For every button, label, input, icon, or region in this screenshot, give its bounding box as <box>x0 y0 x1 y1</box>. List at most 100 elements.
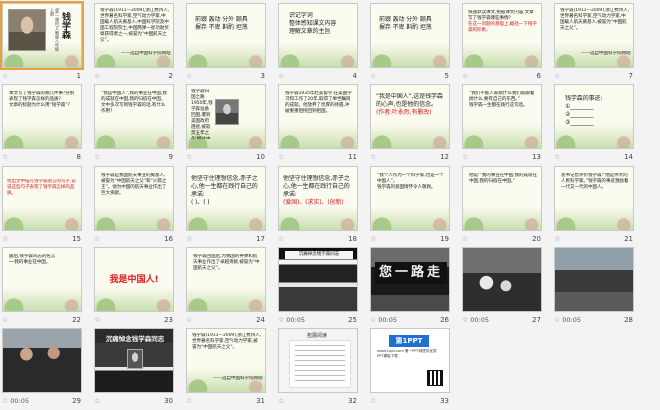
slide-thumbnail-24[interactable]: 钱学森回国后,为我国的导弹和航天事业作出了卓越贡献,被誉为“中国航天之父”。 ☆ 2… <box>186 247 266 328</box>
animation-star-icon[interactable]: ☆ <box>2 315 8 325</box>
slide-preview[interactable]: 拓展阅读 <box>278 328 358 393</box>
slide-preview[interactable]: “我们不能人家搞什么我们就跟着搞什么,要有自己的东西。” 钱学森一生都在践行这句话… <box>462 84 542 149</box>
slide-preview[interactable]: 前辍 轰动 分外 颇具 摒弃 不卑 斟酌 坦荡 <box>186 3 266 68</box>
animation-star-icon[interactable]: ☆ <box>278 396 284 406</box>
animation-star-icon[interactable]: ☆ <box>278 71 284 81</box>
animation-star-icon[interactable]: ☆ <box>370 71 376 81</box>
animation-star-icon[interactable]: ☆ <box>94 234 100 244</box>
slide-thumbnail-17[interactable]: 他坚守住理想信念,赤子之心,他一生都在践行自己的承诺:( )、( ) ☆ 17 <box>186 166 266 247</box>
slide-thumbnail-33[interactable]: 第1PPT www.1ppt.com 第一PPT网提供优质PPT模板下载 ☆ 33 <box>370 328 450 409</box>
slide-preview[interactable]: 钱学森是我国航天事业的奠基人,被誉为“中国航天之父”和“火箭之王”。他为中国的航… <box>94 166 174 231</box>
slide-thumbnail-9[interactable]: “我是中国人”,我的事业在中国,我的成就在中国,我的归宿在中国。 文中多次写到钱学… <box>94 84 174 165</box>
slide-preview[interactable]: 找出文中描写钱学森语言的句子,说说这些句子表现了钱学森怎样的品质。 <box>2 166 82 231</box>
slide-preview[interactable]: 他坚守住理想信念,赤子之心,他一生都在践行自己的承诺: (爱国)、(求实)、(创新… <box>278 166 358 231</box>
slide-preview[interactable]: 快速默读课文,把握课文内容,文章写了钱学森哪些事情? 在这一问题的基础上,概括一下… <box>462 3 542 68</box>
slide-preview[interactable]: 总书记曾评价钱学森:“他是伟大的人民科学家。”钱学森的事迹激励着一代又一代的中国… <box>554 166 634 231</box>
animation-star-icon[interactable]: ☆ <box>278 152 284 162</box>
slide-thumbnail-26[interactable]: 您一路走好 ☆00:05 26 <box>370 247 450 328</box>
slide-preview[interactable]: 钱学森(1911—2009),浙江杭州人,世界著名科学家,空气动力学家,被誉为“… <box>186 328 266 393</box>
animation-star-icon[interactable]: ☆ <box>2 152 8 162</box>
animation-star-icon[interactable]: ☆ <box>370 315 376 325</box>
slide-thumbnail-30[interactable]: 沉痛悼念钱学森同志 ☆ 30 <box>94 328 174 409</box>
slide-preview[interactable]: 您一路走好 <box>370 247 450 312</box>
slide-thumbnail-28[interactable]: ☆ 00:05 28 <box>554 247 634 328</box>
slide-preview[interactable] <box>462 247 542 312</box>
slide-thumbnail-10[interactable]: 钱学森归国之路1950年,钱学森准备回国,遭到美国政府阻挠,被软禁五年之久,经过… <box>186 84 266 165</box>
slide-thumbnail-23[interactable]: 我是中国人! ☆ 23 <box>94 247 174 328</box>
slide-thumbnail-31[interactable]: 钱学森(1911—2009),浙江杭州人,世界著名科学家,空气动力学家,被誉为“… <box>186 328 266 409</box>
slide-thumbnail-6[interactable]: 快速默读课文,把握课文内容,文章写了钱学森哪些事情? 在这一问题的基础上,概括一下… <box>462 3 542 84</box>
slide-thumbnail-25[interactable]: 沉痛悼念钱学森同志 ☆ 00:05 25 <box>278 247 358 328</box>
animation-star-icon[interactable]: ☆ <box>94 315 100 325</box>
slide-preview[interactable]: “我是中国人”,这是钱学森的心声,也是他的信念。 (作者:叶永烈,有删改) <box>370 84 450 149</box>
slide-thumbnail-15[interactable]: 找出文中描写钱学森语言的句子,说说这些句子表现了钱学森怎样的品质。 ☆ 15 <box>2 166 82 247</box>
slide-thumbnail-18[interactable]: 他坚守住理想信念,赤子之心,他一生都在践行自己的承诺: (爱国)、(求实)、(创新… <box>278 166 358 247</box>
slide-thumbnail-13[interactable]: “我们不能人家搞什么我们就跟着搞什么,要有自己的东西。” 钱学森一生都在践行这句话… <box>462 84 542 165</box>
animation-star-icon[interactable]: ☆ <box>462 71 468 81</box>
slide-thumbnail-8[interactable]: 本文写了钱学森的哪几件事?分别表现了钱学森怎样的品质? 文章的标题为什么用“钱学森… <box>2 84 82 165</box>
animation-star-icon[interactable]: ☆ <box>2 71 8 81</box>
slide-thumbnail-4[interactable]: 识记字词 整体感知课文内容 理解文章的主旨 ☆ 4 <box>278 3 358 84</box>
animation-star-icon[interactable]: ☆ <box>278 315 284 325</box>
animation-star-icon[interactable]: ☆ <box>2 234 8 244</box>
slide-preview[interactable]: 前辍 轰动 分外 颇具 摒弃 不卑 斟酌 坦荡 <box>370 3 450 68</box>
slide-preview[interactable]: 沉痛悼念钱学森同志 <box>278 247 358 312</box>
slide-thumbnail-3[interactable]: 前辍 轰动 分外 颇具 摒弃 不卑 斟酌 坦荡 ☆ 3 <box>186 3 266 84</box>
slide-preview[interactable]: 他说:“我的事业在中国,我的成就在中国,我的归宿在中国。” <box>462 166 542 231</box>
slide-preview[interactable]: 最后,钱学森同志的名言 ──我的事业在中国。 <box>2 247 82 312</box>
animation-star-icon[interactable]: ☆ <box>370 152 376 162</box>
slide-preview[interactable]: 钱学森(1911—2009),浙江杭州人,世界著名科学家,空气动力学家,中国载人… <box>94 3 174 68</box>
animation-star-icon[interactable]: ☆ <box>462 315 468 325</box>
slide-preview[interactable]: 本文写了钱学森的哪几件事?分别表现了钱学森怎样的品质? 文章的标题为什么用“钱学森… <box>2 84 82 149</box>
animation-star-icon[interactable]: ☆ <box>278 234 284 244</box>
animation-star-icon[interactable]: ☆ <box>370 234 376 244</box>
slide-thumbnail-29[interactable]: ☆ 00:05 29 <box>2 328 82 409</box>
animation-star-icon[interactable]: ☆ <box>462 234 468 244</box>
slide-thumbnail-27[interactable]: ☆ 00:05 27 <box>462 247 542 328</box>
slide-thumbnail-19[interactable]: “我个人作为一个科学家,也是一个中国人”。 钱学森的爱国情怀令人敬佩。 ☆ 19 <box>370 166 450 247</box>
slide-thumbnail-12[interactable]: “我是中国人”,这是钱学森的心声,也是他的信念。 (作者:叶永烈,有删改) ☆ 12 <box>370 84 450 165</box>
slide-preview[interactable]: 我是中国人! <box>94 247 174 312</box>
slide-thumbnail-11[interactable]: 钱学森1935年赴美留学,在美国学习和工作了20年,取得了举世瞩目的成就。他放弃… <box>278 84 358 165</box>
slide-preview[interactable]: 沉痛悼念钱学森同志 <box>94 328 174 393</box>
slide-thumbnail-21[interactable]: 总书记曾评价钱学森:“他是伟大的人民科学家。”钱学森的事迹激励着一代又一代的中国… <box>554 166 634 247</box>
slide-thumbnail-2[interactable]: 钱学森(1911—2009),浙江杭州人,世界著名科学家,空气动力学家,中国载人… <box>94 3 174 84</box>
animation-star-icon[interactable]: ☆ <box>462 152 468 162</box>
slide-preview[interactable]: 第1PPT www.1ppt.com 第一PPT网提供优质PPT模板下载 <box>370 328 450 393</box>
slide-text-line: 找出文中描写钱学森语言的句子,说说这些句子表现了钱学森怎样的品质。 <box>7 179 76 196</box>
slide-preview[interactable]: 钱学森的事迹: ①________ ②________ ③________ <box>554 84 634 149</box>
animation-star-icon[interactable]: ☆ <box>554 234 560 244</box>
slide-preview[interactable]: “我个人作为一个科学家,也是一个中国人”。 钱学森的爱国情怀令人敬佩。 <box>370 166 450 231</box>
animation-star-icon[interactable]: ☆ <box>94 71 100 81</box>
slide-preview[interactable]: 他坚守住理想信念,赤子之心,他一生都在践行自己的承诺:( )、( ) <box>186 166 266 231</box>
slide-preview[interactable]: 钱学森回国后,为我国的导弹和航天事业作出了卓越贡献,被誉为“中国航天之父”。 <box>186 247 266 312</box>
animation-star-icon[interactable]: ☆ <box>94 396 100 406</box>
slide-thumbnail-20[interactable]: 他说:“我的事业在中国,我的成就在中国,我的归宿在中国。” ☆ 20 <box>462 166 542 247</box>
slide-preview[interactable]: 钱学森(1911—2009),浙江杭州人,世界著名科学家,空气动力学家,中国载人… <box>554 3 634 68</box>
animation-star-icon[interactable]: ☆ <box>2 396 8 406</box>
slide-thumbnail-16[interactable]: 钱学森是我国航天事业的奠基人,被誉为“中国航天之父”和“火箭之王”。他为中国的航… <box>94 166 174 247</box>
animation-star-icon[interactable]: ☆ <box>186 234 192 244</box>
slide-preview[interactable]: (第一课时)人教版八年级上册 钱学森 <box>0 1 84 70</box>
animation-star-icon[interactable]: ☆ <box>186 396 192 406</box>
slide-thumbnail-14[interactable]: 钱学森的事迹: ①________ ②________ ③________ ☆ 14 <box>554 84 634 165</box>
animation-star-icon[interactable]: ☆ <box>186 71 192 81</box>
animation-star-icon[interactable]: ☆ <box>186 315 192 325</box>
animation-star-icon[interactable]: ☆ <box>554 71 560 81</box>
slide-thumbnail-32[interactable]: 拓展阅读 ☆ 32 <box>278 328 358 409</box>
slide-thumbnail-1[interactable]: (第一课时)人教版八年级上册 钱学森 ☆ 1 <box>0 1 84 84</box>
slide-preview[interactable] <box>2 328 82 393</box>
slide-preview[interactable]: 钱学森归国之路1950年,钱学森准备回国,遭到美国政府阻挠,被软禁五年之久,经过… <box>186 84 266 149</box>
animation-star-icon[interactable]: ☆ <box>554 152 560 162</box>
slide-preview[interactable]: “我是中国人”,我的事业在中国,我的成就在中国,我的归宿在中国。 文中多次写到钱学… <box>94 84 174 149</box>
slide-thumbnail-22[interactable]: 最后,钱学森同志的名言 ──我的事业在中国。 ☆ 22 <box>2 247 82 328</box>
slide-preview[interactable]: 钱学森1935年赴美留学,在美国学习和工作了20年,取得了举世瞩目的成就。他放弃… <box>278 84 358 149</box>
slide-thumbnail-7[interactable]: 钱学森(1911—2009),浙江杭州人,世界著名科学家,空气动力学家,中国载人… <box>554 3 634 84</box>
animation-star-icon[interactable]: ☆ <box>370 396 376 406</box>
animation-star-icon[interactable]: ☆ <box>554 315 560 325</box>
slide-preview[interactable] <box>554 247 634 312</box>
animation-star-icon[interactable]: ☆ <box>94 152 100 162</box>
slide-thumbnail-5[interactable]: 前辍 轰动 分外 颇具 摒弃 不卑 斟酌 坦荡 ☆ 5 <box>370 3 450 84</box>
animation-star-icon[interactable]: ☆ <box>186 152 192 162</box>
slide-preview[interactable]: 识记字词 整体感知课文内容 理解文章的主旨 <box>278 3 358 68</box>
